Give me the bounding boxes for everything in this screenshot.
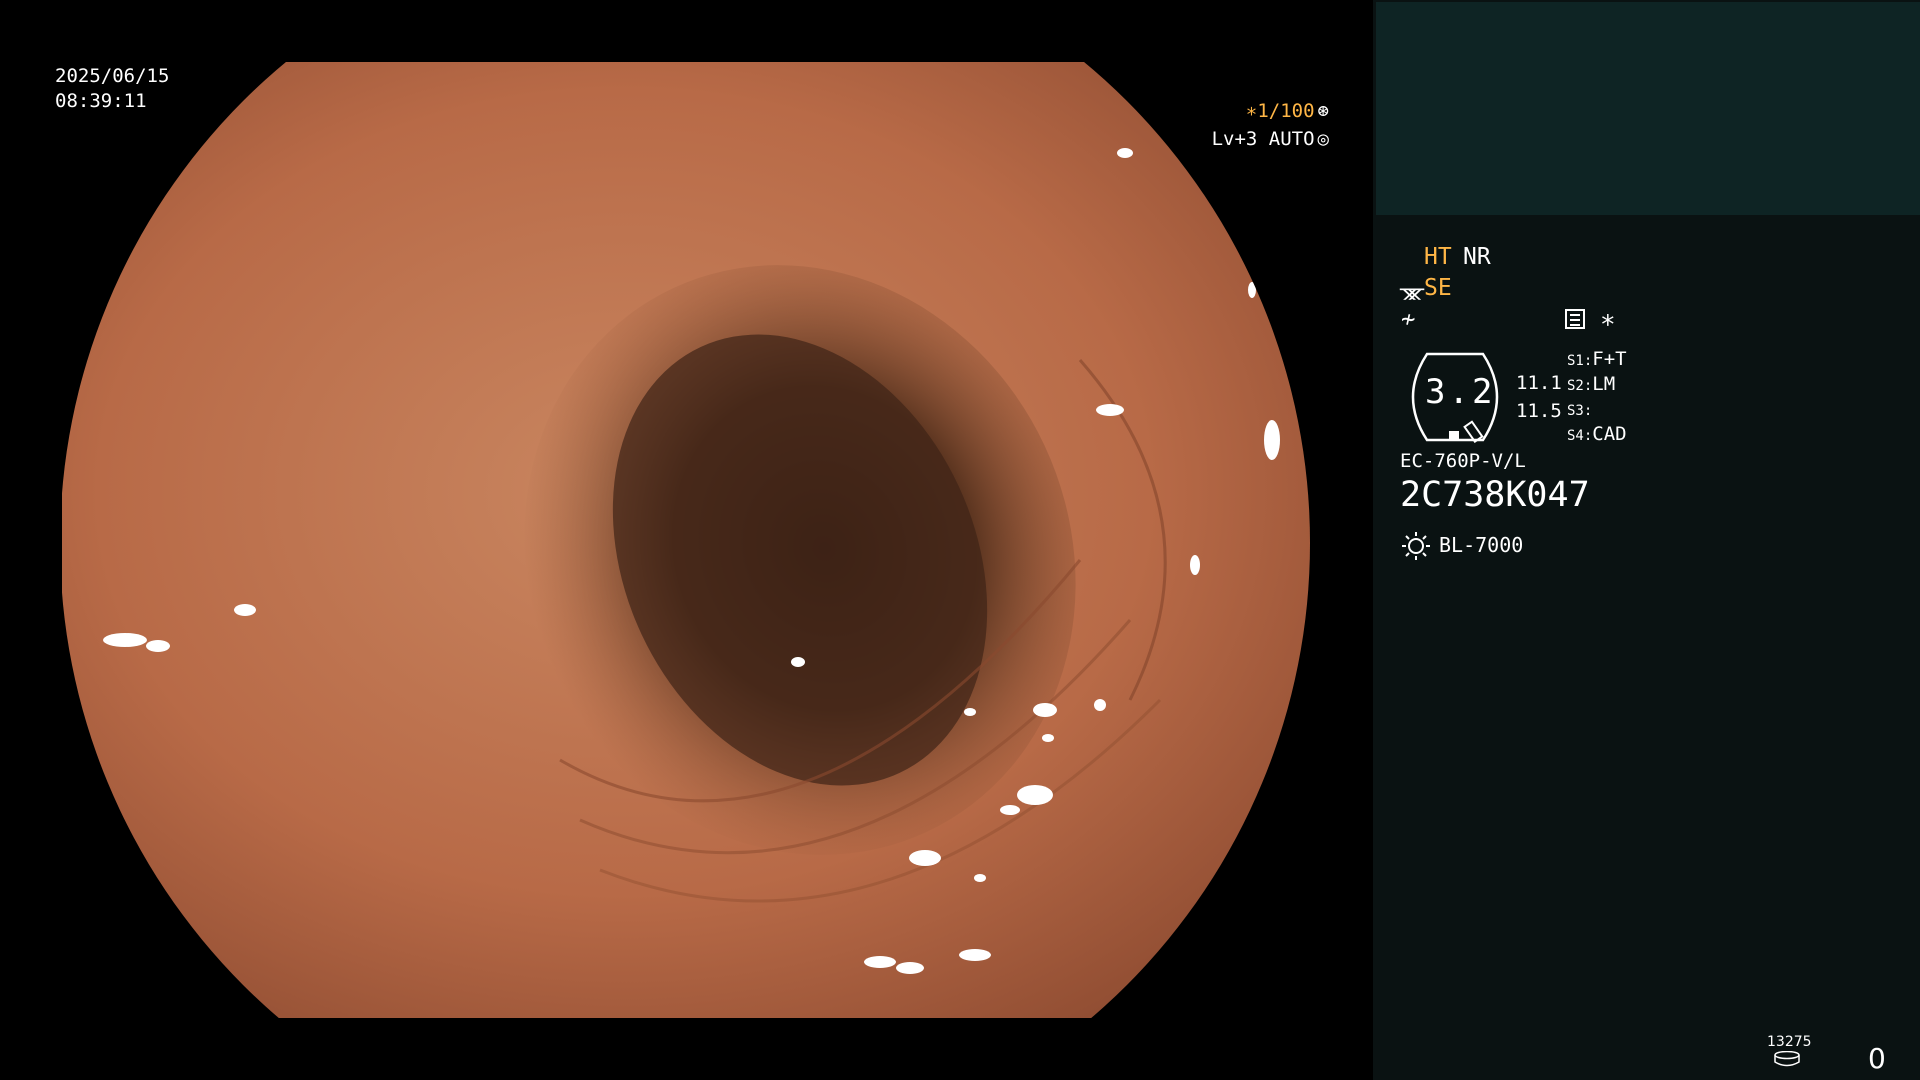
shutter-label: ∗1/100 bbox=[1245, 100, 1315, 122]
time: 08:39:11 bbox=[55, 90, 147, 112]
star-indicator: ∗ bbox=[1600, 305, 1616, 335]
ht-indicator: HT bbox=[1424, 244, 1452, 270]
date-time: 2025/06/15 08:39:11 bbox=[55, 64, 169, 114]
slot-s4: S4:CAD bbox=[1567, 423, 1627, 445]
slot-key: S1: bbox=[1567, 353, 1593, 369]
level-label: Lv+3 AUTO bbox=[1211, 128, 1315, 150]
slot-s1: S1:F+T bbox=[1567, 348, 1627, 370]
database-icon bbox=[1774, 1051, 1800, 1067]
se-indicator: SE bbox=[1424, 275, 1452, 301]
sun-icon bbox=[1402, 532, 1430, 560]
date: 2025/06/15 bbox=[55, 65, 170, 87]
slot-key: S3: bbox=[1567, 403, 1593, 419]
slot-key: S2: bbox=[1567, 378, 1593, 394]
value-2: 11.5 bbox=[1516, 400, 1562, 422]
scope-serial: 2C738K047 bbox=[1400, 475, 1590, 515]
slot-key: S4: bbox=[1567, 428, 1593, 444]
endoscopic-image bbox=[0, 0, 1373, 1080]
aperture-icon: ⊛ bbox=[1317, 100, 1329, 122]
scope-model: EC-760P-V/L bbox=[1400, 450, 1526, 472]
slot-value: F+T bbox=[1592, 348, 1627, 370]
nr-indicator: NR bbox=[1463, 244, 1491, 270]
document-icon bbox=[1565, 309, 1585, 329]
slot-value: LM bbox=[1592, 373, 1616, 395]
thumbnail-area bbox=[1376, 2, 1920, 215]
light-source: BL-7000 bbox=[1439, 533, 1524, 557]
slot-value: CAD bbox=[1592, 423, 1627, 445]
value-1: 11.1 bbox=[1516, 372, 1562, 394]
brightness-level: Lv+3 AUTO ◎ bbox=[1212, 128, 1329, 150]
slot-s3: S3: bbox=[1567, 398, 1592, 420]
image-count: 13275 bbox=[1767, 1034, 1812, 1050]
counter: 0 bbox=[1868, 1042, 1886, 1075]
gauge-value: 3.2 bbox=[1425, 372, 1496, 412]
endoscope-image-area: 2025/06/15 08:39:11 ∗1/100 ⊛ Lv+3 AUTO ◎ bbox=[0, 0, 1373, 1080]
iris-icon: ◎ bbox=[1317, 128, 1329, 150]
shutter-speed: ∗1/100 ⊛ bbox=[1246, 100, 1329, 122]
signal-icon: ≁ bbox=[1401, 305, 1416, 333]
slot-s2: S2:LM bbox=[1567, 373, 1615, 395]
scope-tip-icon: ᚘ bbox=[1400, 276, 1425, 300]
